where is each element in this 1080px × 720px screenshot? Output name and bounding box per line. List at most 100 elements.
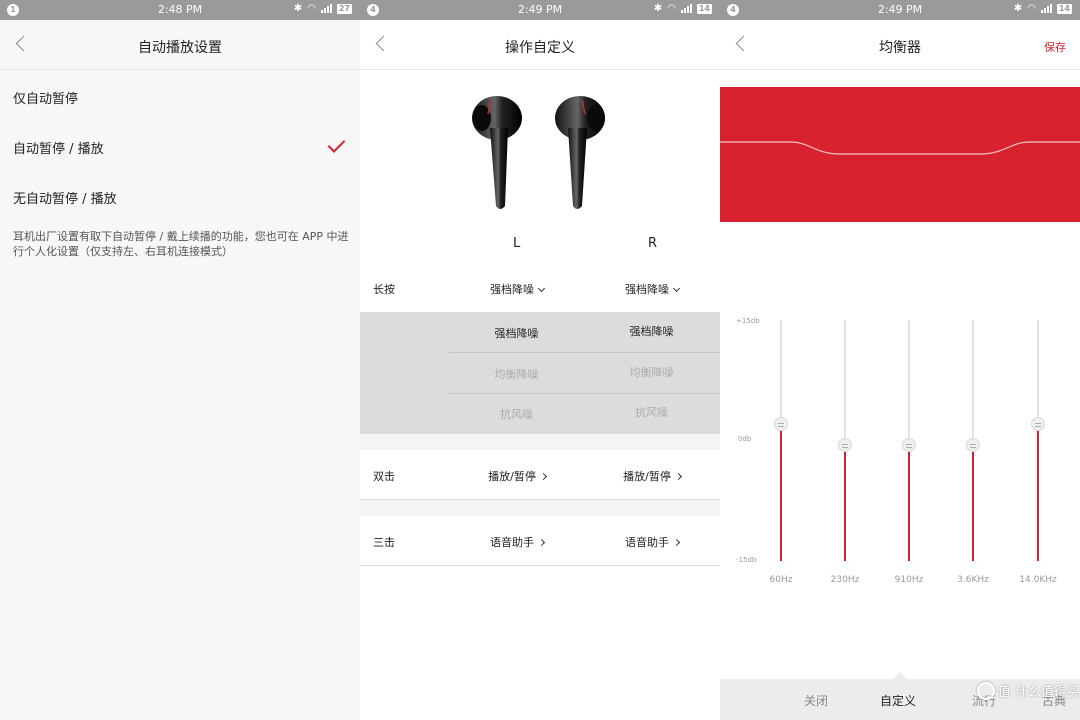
bluetooth-icon: ✱ — [653, 3, 663, 14]
custom-controls-screen: 4 2:49 PM ✱ ◠ 14 操作自定义 L R 长按 强档降噪 强档降噪 … — [360, 0, 720, 720]
picker-left-option[interactable]: 抗风噪 — [449, 406, 584, 422]
triple-tap-label: 三击 — [373, 536, 395, 549]
eq-slider-handle[interactable] — [774, 417, 788, 431]
section-gap — [360, 434, 720, 450]
status-bar: 1 2:48 PM ✱ ◠ 27 — [0, 0, 360, 20]
picker-divider — [449, 393, 720, 394]
bluetooth-icon: ✱ — [1013, 3, 1023, 14]
double-tap-label: 双击 — [373, 470, 395, 483]
watermark-text: 值 什么值得买 — [997, 685, 1080, 700]
status-bar: 4 2:49 PM ✱ ◠ 14 — [720, 0, 1080, 20]
eq-band-label: 3.6KHz — [957, 575, 989, 585]
earbuds-image — [472, 96, 605, 209]
left-earbud-icon — [472, 96, 522, 209]
eq-band-label: 60Hz — [769, 575, 793, 585]
equalizer-screen: 4 2:49 PM ✱ ◠ 14 均衡器 保存 +15db 0db -15db … — [720, 0, 1080, 720]
tab-indicator — [892, 671, 908, 687]
picker-right-option[interactable]: 均衡降噪 — [584, 364, 719, 380]
eq-slider-track[interactable] — [902, 320, 916, 561]
eq-slider-fill — [844, 445, 846, 561]
double-tap-row: 双击 播放/暂停 播放/暂停 — [360, 450, 720, 500]
picker-divider — [449, 352, 720, 353]
status-icons: ✱ ◠ 14 — [654, 3, 712, 14]
picker-left-option[interactable]: 强档降噪 — [449, 325, 584, 341]
header: 均衡器 保存 — [720, 20, 1080, 70]
save-button[interactable]: 保存 — [1044, 39, 1066, 55]
long-press-right-select[interactable]: 强档降噪 — [592, 281, 712, 297]
triple-tap-row: 三击 语音助手 语音助手 — [360, 516, 720, 566]
eq-slider-handle[interactable] — [966, 438, 980, 452]
header: 操作自定义 — [360, 20, 720, 70]
wifi-icon: ◠ — [667, 3, 676, 14]
eq-curve — [720, 141, 1080, 155]
left-earbud-label: L — [513, 236, 521, 251]
settings-note: 耳机出厂设置有取下自动暂停 / 戴上续播的功能，您也可在 APP 中进行个人化设… — [13, 230, 349, 258]
bluetooth-icon: ✱ — [293, 3, 303, 14]
option-pause-play[interactable]: 自动暂停 / 播放 — [13, 138, 104, 157]
eq-slider-fill — [908, 445, 910, 561]
header: 自动播放设置 — [0, 20, 360, 70]
section-gap — [360, 500, 720, 516]
status-bar: 4 2:49 PM ✱ ◠ 14 — [360, 0, 720, 20]
eq-slider-handle[interactable] — [902, 438, 916, 452]
tab-off[interactable]: 关闭 — [804, 692, 828, 709]
triple-tap-right-select[interactable]: 语音助手 — [592, 534, 712, 550]
page-title: 操作自定义 — [505, 40, 575, 56]
eq-slider-track[interactable] — [966, 320, 980, 561]
signal-icon — [1040, 4, 1052, 13]
right-earbud-label: R — [648, 236, 658, 251]
eq-slider-track[interactable] — [774, 320, 788, 561]
double-tap-left-select[interactable]: 播放/暂停 — [457, 468, 577, 484]
scale-top-label: +15db — [736, 317, 760, 325]
battery-icon: 14 — [696, 3, 712, 14]
checkmark-icon — [327, 135, 346, 153]
option-pause-only[interactable]: 仅自动暂停 — [13, 88, 78, 107]
double-tap-left-value: 播放/暂停 — [488, 470, 536, 483]
eq-band-label: 14.0KHz — [1019, 575, 1057, 585]
long-press-row: 长按 强档降噪 强档降噪 — [360, 263, 720, 313]
eq-slider-handle[interactable] — [838, 438, 852, 452]
eq-slider-fill — [1037, 424, 1039, 561]
watermark: 值 什么值得买 — [976, 681, 1080, 700]
status-icons: ✱ ◠ 27 — [294, 3, 352, 14]
eq-slider-fill — [780, 424, 782, 561]
chevron-right-icon — [674, 472, 682, 481]
status-icons: ✱ ◠ 14 — [1014, 3, 1072, 14]
long-press-left-select[interactable]: 强档降噪 — [457, 281, 577, 297]
triple-tap-left-value: 语音助手 — [490, 536, 534, 549]
chevron-down-icon — [537, 284, 546, 293]
double-tap-right-value: 播放/暂停 — [623, 470, 671, 483]
option-none[interactable]: 无自动暂停 / 播放 — [13, 188, 117, 207]
long-press-left-value: 强档降噪 — [490, 283, 534, 296]
auto-play-settings-screen: 1 2:48 PM ✱ ◠ 27 自动播放设置 仅自动暂停 自动暂停 / 播放 … — [0, 0, 360, 720]
eq-slider-track[interactable] — [838, 320, 852, 561]
eq-slider-track[interactable] — [1031, 320, 1045, 561]
triple-tap-left-select[interactable]: 语音助手 — [457, 534, 577, 550]
battery-icon: 27 — [336, 3, 352, 14]
right-earbud-icon — [555, 96, 605, 209]
tab-custom[interactable]: 自定义 — [880, 692, 916, 709]
chevron-right-icon — [537, 538, 546, 547]
chevron-right-icon — [672, 538, 681, 547]
long-press-label: 长按 — [373, 283, 395, 296]
battery-icon: 14 — [1056, 3, 1072, 14]
wifi-icon: ◠ — [307, 3, 316, 14]
eq-slider-fill — [972, 445, 974, 561]
long-press-right-value: 强档降噪 — [625, 283, 669, 296]
picker-right-option[interactable]: 抗风噪 — [584, 404, 719, 420]
eq-band-label: 230Hz — [830, 575, 860, 585]
picker-left-option[interactable]: 均衡降噪 — [449, 366, 584, 382]
signal-icon — [320, 4, 332, 13]
eq-band-label: 910Hz — [894, 575, 924, 585]
chevron-down-icon — [672, 284, 681, 293]
page-title: 自动播放设置 — [138, 40, 222, 56]
option-picker: 强档降噪 强档降噪 均衡降噪 均衡降噪 抗风噪 抗风噪 — [360, 312, 720, 434]
eq-curve-panel — [720, 87, 1080, 222]
double-tap-right-select[interactable]: 播放/暂停 — [592, 468, 712, 484]
scale-mid-label: 0db — [738, 435, 752, 443]
wifi-icon: ◠ — [1027, 3, 1036, 14]
triple-tap-right-value: 语音助手 — [625, 536, 669, 549]
picker-right-option[interactable]: 强档降噪 — [584, 323, 719, 339]
eq-slider-handle[interactable] — [1031, 417, 1045, 431]
page-title: 均衡器 — [879, 40, 921, 56]
